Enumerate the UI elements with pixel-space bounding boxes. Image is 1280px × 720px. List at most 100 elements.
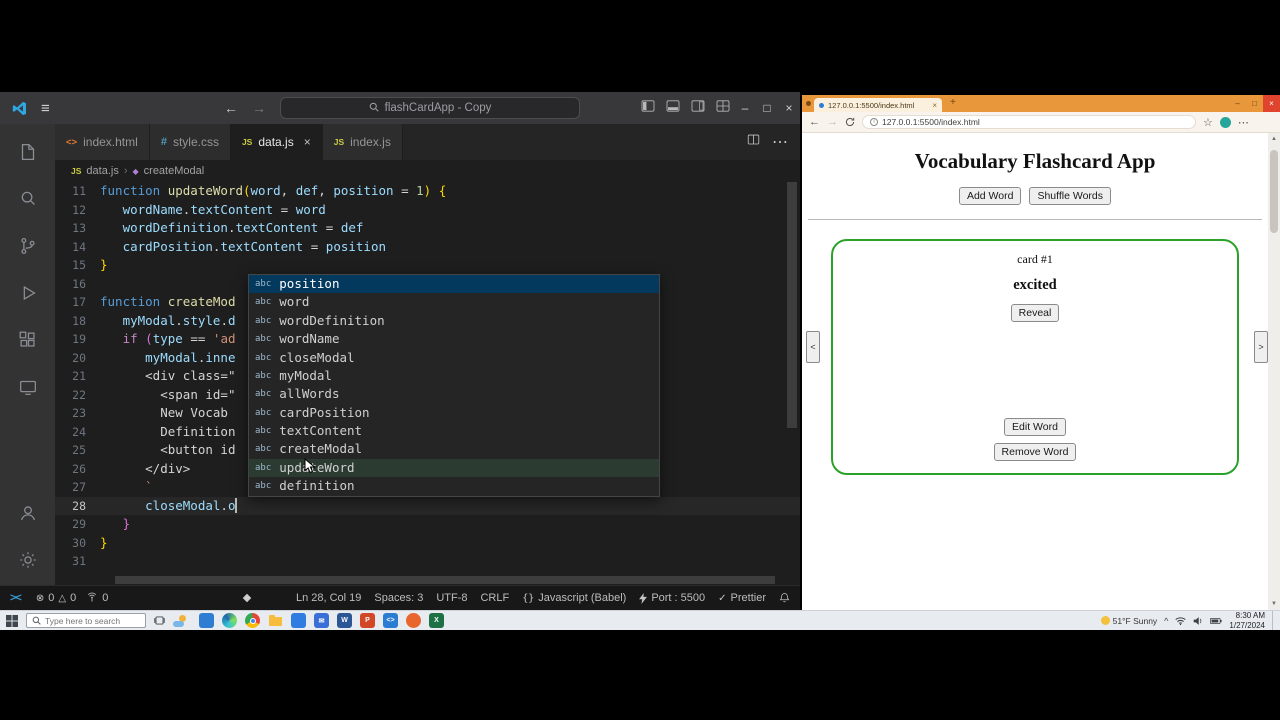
- forward-icon[interactable]: →: [827, 116, 838, 128]
- taskbar-vscode-app[interactable]: <>: [383, 613, 398, 628]
- scroll-up-icon[interactable]: ▲: [1268, 133, 1280, 145]
- explorer-icon[interactable]: [4, 128, 52, 175]
- history-back-icon[interactable]: ←: [224, 100, 238, 116]
- browser-minimize-icon[interactable]: –: [1229, 95, 1246, 112]
- run-debug-icon[interactable]: [4, 269, 52, 316]
- taskbar-file-explorer[interactable]: [268, 613, 283, 628]
- scrollbar-thumb[interactable]: [1270, 150, 1278, 233]
- close-icon[interactable]: ×: [778, 92, 800, 124]
- tab-index.html[interactable]: <> index.html: [55, 124, 150, 160]
- back-icon[interactable]: ←: [809, 116, 820, 128]
- command-center-search[interactable]: flashCardApp - Copy: [280, 97, 580, 119]
- suggestion-definition[interactable]: abc definition: [249, 477, 659, 495]
- status-utf-8[interactable]: UTF-8: [436, 592, 467, 604]
- ports-indicator[interactable]: 0: [81, 591, 113, 606]
- tab-style.css[interactable]: # style.css: [149, 124, 231, 160]
- favorites-star-icon[interactable]: ☆: [1203, 116, 1213, 129]
- status-javascript-babel-[interactable]: {} Javascript (Babel): [522, 592, 626, 604]
- page-scrollbar[interactable]: ▲ ▼: [1268, 133, 1280, 610]
- taskbar-powerpoint-app[interactable]: P: [360, 613, 375, 628]
- problems-indicator[interactable]: ⊗ 0 △ 0: [31, 592, 81, 604]
- editor-horizontal-scrollbar[interactable]: [115, 576, 775, 584]
- tray-expand-icon[interactable]: ^: [1164, 616, 1168, 626]
- extensions-icon[interactable]: [4, 316, 52, 363]
- taskbar-search[interactable]: [26, 613, 146, 628]
- suggestion-wordDefinition[interactable]: abc wordDefinition: [249, 312, 659, 330]
- refresh-icon[interactable]: [845, 117, 855, 127]
- maximize-icon[interactable]: □: [756, 92, 778, 124]
- edit-word-button[interactable]: Edit Word: [1004, 418, 1066, 436]
- status-bell[interactable]: [779, 592, 790, 604]
- status-port-5500[interactable]: Port : 5500: [639, 592, 705, 604]
- taskbar-chat-app[interactable]: [199, 613, 214, 628]
- suggestion-word[interactable]: abc word: [249, 293, 659, 311]
- tab-close-icon[interactable]: ×: [304, 135, 311, 149]
- battery-icon[interactable]: [1210, 617, 1223, 625]
- remote-explorer-icon[interactable]: [4, 363, 52, 410]
- history-forward-icon[interactable]: →: [252, 100, 266, 116]
- tab-close-icon[interactable]: ×: [932, 101, 937, 110]
- tab-index.js[interactable]: JS index.js: [322, 124, 403, 160]
- more-actions-icon[interactable]: ⋯: [772, 132, 788, 152]
- remote-indicator[interactable]: ><: [0, 592, 31, 604]
- status-prettier[interactable]: ✓ Prettier: [718, 592, 766, 604]
- taskbar-mail-app[interactable]: ✉: [314, 613, 329, 628]
- toggle-sidebar-icon[interactable]: [641, 99, 655, 117]
- speaker-icon[interactable]: [1193, 616, 1203, 626]
- code-editor[interactable]: 11 function updateWord(word, def, positio…: [55, 182, 800, 576]
- account-icon[interactable]: [4, 489, 52, 536]
- wifi-icon[interactable]: [1175, 616, 1187, 626]
- settings-gear-icon[interactable]: [4, 536, 52, 583]
- minimize-icon[interactable]: –: [734, 92, 756, 124]
- browser-maximize-icon[interactable]: □: [1246, 95, 1263, 112]
- browser-close-icon[interactable]: ×: [1263, 95, 1280, 112]
- taskbar-word-app[interactable]: W: [337, 613, 352, 628]
- new-tab-button[interactable]: +: [950, 97, 956, 108]
- taskbar-excel-app[interactable]: X: [429, 613, 444, 628]
- address-bar[interactable]: i 127.0.0.1:5500/index.html: [862, 115, 1196, 129]
- suggestion-position[interactable]: abc position: [249, 275, 659, 294]
- split-editor-icon[interactable]: [747, 133, 760, 151]
- next-card-button[interactable]: >: [1254, 331, 1268, 363]
- suggestion-myModal[interactable]: abc myModal: [249, 367, 659, 385]
- taskbar-firefox-browser[interactable]: [406, 613, 421, 628]
- toggle-panel-icon[interactable]: [666, 99, 680, 117]
- scroll-down-icon[interactable]: ▼: [1268, 598, 1280, 610]
- breadcrumb-symbol[interactable]: createModal: [144, 165, 205, 177]
- remove-word-button[interactable]: Remove Word: [993, 443, 1077, 461]
- browser-menu-icon[interactable]: ⋯: [1238, 116, 1249, 129]
- customize-layout-icon[interactable]: [716, 99, 730, 117]
- reveal-button[interactable]: Reveal: [1010, 304, 1060, 322]
- taskbar-clock[interactable]: 8:30 AM 1/27/2024: [1229, 611, 1265, 630]
- suggestion-closeModal[interactable]: abc closeModal: [249, 349, 659, 367]
- taskbar-search-input[interactable]: [45, 615, 140, 626]
- show-desktop-button[interactable]: [1272, 611, 1276, 630]
- tab-data.js[interactable]: JS data.js ×: [230, 124, 323, 160]
- toggle-secondary-sidebar-icon[interactable]: [691, 99, 705, 117]
- menu-icon[interactable]: ≡: [41, 100, 50, 117]
- suggestion-wordName[interactable]: abc wordName: [249, 330, 659, 348]
- status-crlf[interactable]: CRLF: [480, 592, 509, 604]
- suggestion-allWords[interactable]: abc allWords: [249, 385, 659, 403]
- status-spaces-3[interactable]: Spaces: 3: [374, 592, 423, 604]
- editor-vertical-scrollbar[interactable]: [787, 182, 797, 428]
- taskbar-chrome-browser[interactable]: [245, 613, 260, 628]
- status-ln-28-col-19[interactable]: Ln 28, Col 19: [296, 592, 361, 604]
- start-button[interactable]: [0, 614, 24, 627]
- suggestion-textContent[interactable]: abc textContent: [249, 422, 659, 440]
- breadcrumb-file[interactable]: data.js: [86, 165, 118, 177]
- browser-tab[interactable]: 127.0.0.1:5500/index.html ×: [814, 98, 942, 112]
- site-info-icon[interactable]: i: [870, 118, 878, 126]
- weather-widget[interactable]: 51°F Sunny: [1100, 616, 1157, 626]
- source-control-icon[interactable]: [4, 222, 52, 269]
- taskbar-edge-browser[interactable]: [222, 613, 237, 628]
- taskbar-store-app[interactable]: [291, 613, 306, 628]
- search-sidebar-icon[interactable]: [4, 175, 52, 222]
- add-word-button[interactable]: Add Word: [958, 187, 1022, 205]
- suggestion-cardPosition[interactable]: abc cardPosition: [249, 404, 659, 422]
- task-view-icon[interactable]: [154, 615, 165, 626]
- prev-card-button[interactable]: <: [806, 331, 820, 363]
- suggestion-createModal[interactable]: abc createModal: [249, 441, 659, 459]
- widgets-weather-icon[interactable]: [173, 614, 187, 627]
- profile-avatar[interactable]: [1219, 116, 1231, 128]
